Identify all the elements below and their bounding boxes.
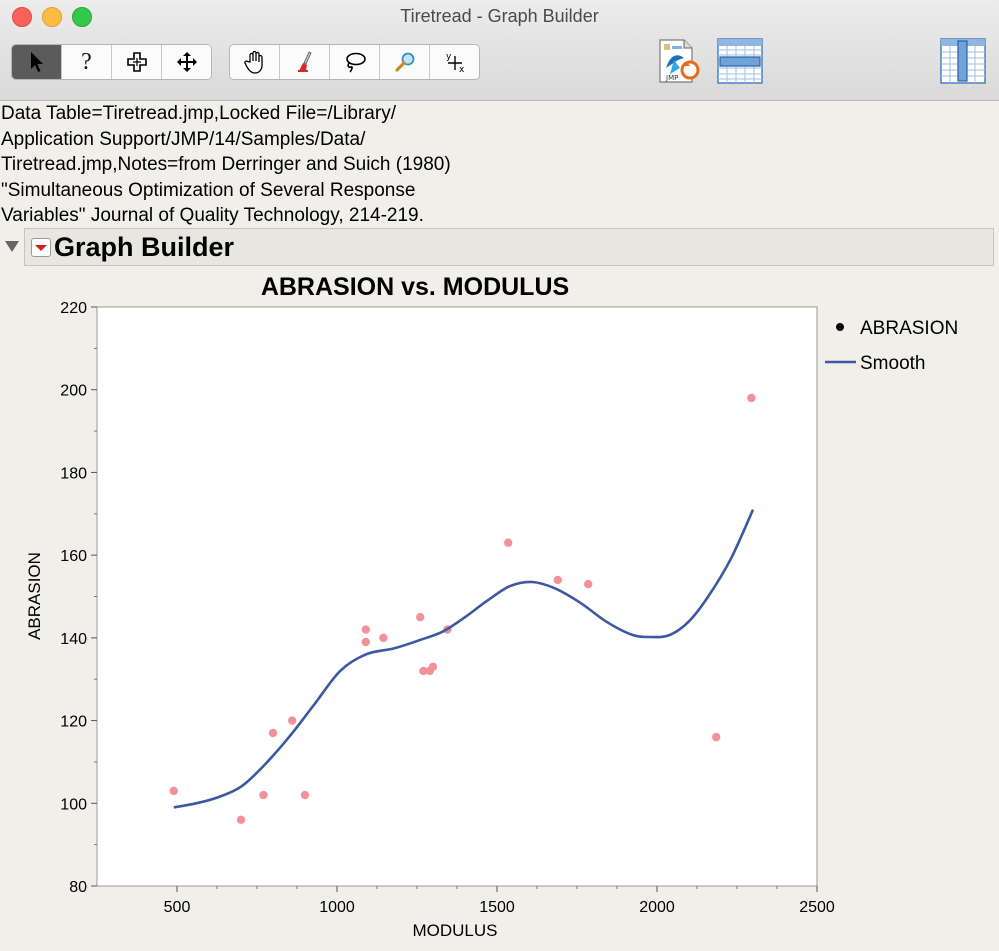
move-tool-button[interactable] — [162, 45, 211, 79]
y-axis: 80 100 120 140 160 180 200 220 — [60, 300, 97, 896]
y-tick-label: 220 — [60, 300, 87, 317]
jmp-script-icon: JMP — [659, 39, 700, 83]
notes-line: Application Support/JMP/14/Samples/Data/ — [1, 128, 366, 150]
data-point — [553, 575, 562, 585]
chart-title: ABRASION vs. MODULUS — [261, 273, 569, 301]
brush-icon — [297, 51, 312, 72]
data-point — [361, 625, 370, 634]
x-tick-label: 2500 — [799, 899, 835, 916]
notes-line: Tiretread.jmp,Notes=from Derringer and S… — [1, 154, 451, 175]
notes-line: "Simultaneous Optimization of Several Re… — [1, 179, 416, 201]
jmp-script-button[interactable]: JMP — [654, 38, 700, 83]
legend: ABRASION Smooth — [825, 318, 958, 374]
scatter-chart: ABRASION vs. MODULUS 80 100 120 140 160 180 20… — [25, 273, 958, 940]
crosshair-tool-button[interactable] — [112, 45, 162, 79]
y-tick-label: 140 — [60, 631, 87, 648]
outline-header: Graph Builder — [24, 228, 994, 266]
data-table-icon — [717, 38, 763, 84]
annotate-xy-icon: yx — [446, 52, 465, 74]
window-title: Tiretread - Graph Builder — [400, 6, 599, 26]
data-point — [712, 732, 721, 742]
move-arrows-icon — [176, 52, 197, 72]
legend-label: ABRASION — [860, 318, 958, 339]
y-tick-label: 120 — [60, 714, 87, 731]
legend-marker-icon — [836, 323, 844, 331]
grabber-tool-button[interactable] — [230, 45, 280, 79]
y-tick-label: 160 — [60, 548, 87, 565]
notes-line: Data Table=Tiretread.jmp,Locked File=/Li… — [1, 103, 396, 124]
x-tick-label: 1500 — [479, 899, 515, 916]
data-point — [379, 633, 388, 643]
arrow-tool-button[interactable] — [12, 45, 62, 79]
x-tick-label: 2000 — [639, 899, 675, 916]
svg-text:x: x — [459, 65, 465, 74]
annotate-tool-button[interactable]: yx — [430, 45, 479, 79]
svg-text:y: y — [446, 52, 452, 62]
data-point — [416, 612, 425, 622]
tool-group-selection: yx — [229, 44, 480, 80]
help-tool-button[interactable]: ? — [62, 45, 112, 79]
brush-tool-button[interactable] — [280, 45, 330, 79]
data-point — [259, 790, 268, 800]
data-point — [268, 728, 278, 738]
data-point — [236, 815, 246, 825]
tool-group-primary: ? — [11, 44, 212, 80]
hand-grabber-icon — [243, 50, 263, 74]
lasso-tool-button[interactable] — [330, 45, 380, 79]
column-table-icon — [940, 38, 986, 84]
x-axis-label: MODULUS — [412, 921, 497, 940]
data-point — [361, 637, 370, 647]
report-title: Graph Builder — [54, 232, 235, 262]
legend-label: Smooth — [860, 353, 925, 374]
red-triangle-menu-icon[interactable] — [31, 238, 51, 257]
data-point — [584, 579, 593, 589]
column-view-button[interactable] — [940, 38, 986, 84]
data-point — [428, 662, 438, 672]
magnifier-icon — [394, 52, 414, 72]
data-table-notes: Data Table=Tiretread.jmp,Locked File=/Li… — [1, 101, 601, 229]
y-tick-label: 100 — [60, 796, 87, 813]
data-point — [300, 790, 310, 800]
x-axis: 500 1000 1500 2000 2500 — [164, 886, 835, 916]
data-point — [747, 393, 756, 403]
window-titlebar: Tiretread - Graph Builder ? yx JMP — [0, 0, 999, 101]
x-tick-label: 1000 — [319, 899, 355, 916]
disclosure-triangle-icon[interactable] — [5, 241, 19, 252]
y-tick-label: 200 — [60, 383, 87, 400]
svg-text:JMP: JMP — [665, 74, 678, 82]
arrow-pointer-icon — [30, 52, 43, 72]
data-point — [288, 716, 297, 725]
data-point — [504, 538, 513, 547]
data-table-button[interactable] — [717, 38, 763, 84]
y-tick-label: 180 — [60, 465, 87, 482]
help-question-icon: ? — [81, 48, 92, 75]
lasso-icon — [345, 52, 366, 73]
notes-line: Variables" Journal of Quality Technology… — [1, 205, 424, 226]
y-axis-label: ABRASION — [25, 552, 44, 640]
magnifier-tool-button[interactable] — [380, 45, 430, 79]
data-point — [169, 786, 178, 796]
crosshair-icon — [126, 52, 147, 72]
y-tick-label: 80 — [69, 879, 87, 896]
graph-builder-outline: Graph Builder — [0, 228, 999, 268]
x-tick-label: 500 — [164, 899, 191, 916]
